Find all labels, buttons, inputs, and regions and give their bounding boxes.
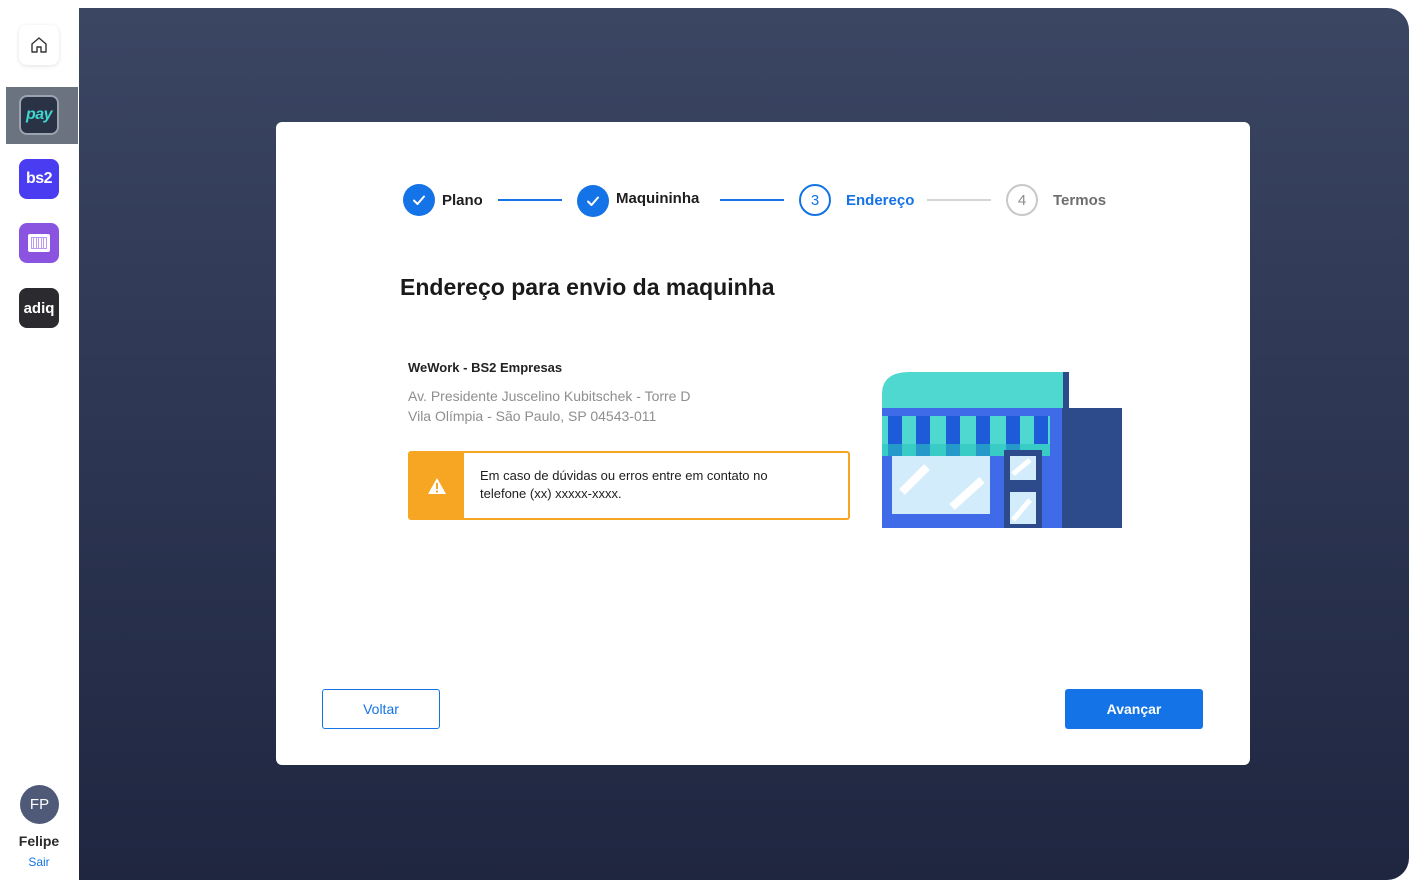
adiq-app-button[interactable]: adiq	[19, 288, 59, 328]
bs2-logo: bs2	[25, 170, 53, 187]
user-name: Felipe	[18, 833, 60, 849]
pay-logo: pay	[25, 106, 53, 123]
logout-link[interactable]: Sair	[0, 855, 78, 869]
page-title: Endereço para envio da maquinha	[400, 274, 775, 300]
address-modal: Plano Maquininha 3 Endereço 4 Termos End…	[276, 122, 1250, 765]
step-1-label: Plano	[442, 192, 482, 209]
alert-text-line-1: Em caso de dúvidas ou erros entre em con…	[480, 468, 768, 483]
check-icon	[587, 196, 599, 206]
contact-alert: Em caso de dúvidas ou erros entre em con…	[408, 451, 850, 520]
back-button[interactable]: Voltar	[322, 689, 440, 729]
pay-app-button[interactable]: pay	[19, 95, 59, 135]
warning-icon	[428, 477, 446, 494]
step-2-label: Maquininha	[616, 190, 700, 207]
step-1-check	[403, 184, 435, 216]
step-4-number: 4	[1006, 184, 1038, 216]
adiq-logo: adiq	[23, 299, 55, 317]
address-line-2: Vila Olímpia - São Paulo, SP 04543-011	[408, 408, 657, 424]
step-3-label: Endereço	[846, 192, 915, 209]
user-avatar[interactable]: FP	[20, 785, 59, 824]
step-connector-1	[498, 199, 562, 201]
alert-text: Em caso de dúvidas ou erros entre em con…	[464, 453, 784, 518]
home-icon	[31, 37, 47, 53]
boleto-app-button[interactable]	[19, 223, 59, 263]
address-name: WeWork - BS2 Empresas	[408, 360, 563, 375]
step-2-check	[577, 185, 609, 217]
barcode-icon	[28, 234, 50, 252]
step-3-number: 3	[799, 184, 831, 216]
step-connector-3	[927, 199, 991, 201]
address-line-1: Av. Presidente Juscelino Kubitschek - To…	[408, 388, 691, 404]
next-button[interactable]: Avançar	[1065, 689, 1203, 729]
bs2-app-button[interactable]: bs2	[19, 159, 59, 199]
step-4-label: Termos	[1053, 192, 1107, 209]
check-icon	[413, 195, 425, 205]
app-sidebar: pay bs2 adiq FP Felipe Sair	[0, 0, 78, 885]
step-connector-2	[720, 199, 784, 201]
store-illustration	[882, 372, 1122, 528]
step-1-label-wrap: Plano	[442, 192, 482, 210]
home-button[interactable]	[19, 25, 59, 65]
alert-text-line-2: telefone (xx) xxxxx-xxxx.	[480, 486, 622, 501]
alert-icon-box	[410, 453, 464, 518]
